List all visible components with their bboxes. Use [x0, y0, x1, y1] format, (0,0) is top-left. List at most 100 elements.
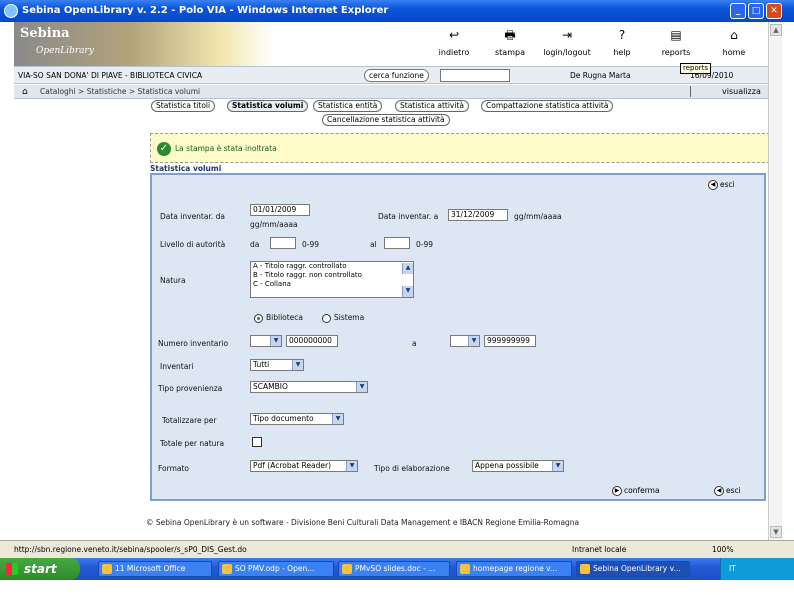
chevron-down-icon: ▼: [270, 336, 281, 346]
scroll-down-arrow-icon[interactable]: ▼: [770, 526, 782, 538]
internet-explorer-icon: [4, 4, 18, 18]
scroll-up-arrow-icon[interactable]: ▲: [770, 24, 782, 36]
vertical-scrollbar[interactable]: ▲ ▼: [768, 22, 782, 540]
tab-statistica-titoli[interactable]: Statistica titoli: [151, 100, 216, 112]
scroll-up-icon[interactable]: ▲: [402, 263, 413, 274]
taskbar-item-sebina[interactable]: Sebina OpenLibrary v...: [576, 561, 690, 577]
visualizza-link[interactable]: visualizza: [722, 87, 761, 96]
office-icon: [102, 564, 112, 574]
tipo-provenienza-select[interactable]: SCAMBIO ▼: [250, 381, 368, 393]
home-label: home: [722, 48, 746, 57]
language-indicator[interactable]: IT: [729, 564, 736, 573]
print-label: stampa: [495, 48, 525, 57]
numero-inventario-da-input[interactable]: 000000000: [286, 335, 338, 347]
library-name: VIA-SO SAN DONA' DI PIAVE - BIBLIOTECA C…: [18, 71, 203, 80]
maximize-button[interactable]: □: [748, 3, 764, 19]
reports-tooltip: reports: [680, 63, 712, 74]
minimize-button[interactable]: _: [730, 3, 746, 19]
document-icon: [222, 564, 232, 574]
reports-icon: ▤: [670, 28, 682, 42]
totalizzare-select[interactable]: Tipo documento ▼: [250, 413, 344, 425]
success-text: La stampa è stata inoltrata: [175, 144, 277, 153]
taskbar-item-slides-doc[interactable]: PMvSO slides.doc - ...: [338, 561, 450, 577]
form-title: Statistica volumi: [150, 164, 222, 173]
inventari-select[interactable]: Tutti ▼: [250, 359, 304, 371]
internet-explorer-icon: [460, 564, 470, 574]
taskbar-item-openoffice-pmv[interactable]: SO PMV.odp - Open...: [218, 561, 334, 577]
home-button[interactable]: ⌂ home: [702, 28, 766, 57]
print-button[interactable]: 🖶 stampa: [478, 28, 542, 57]
radio-sistema[interactable]: Sistema: [322, 313, 364, 323]
esci-label-top: esci: [720, 180, 735, 189]
tab-statistica-attivita[interactable]: Statistica attività: [395, 100, 469, 112]
footer-copyright: © Sebina OpenLibrary è un software - Div…: [146, 518, 580, 527]
totalizzare-value: Tipo documento: [253, 414, 314, 423]
logo-text-sebina: Sebina: [20, 26, 70, 41]
close-button[interactable]: ✕: [766, 3, 782, 19]
chevron-down-icon: ▼: [332, 414, 343, 424]
divider: [690, 86, 691, 97]
exit-icon: ◀: [708, 180, 718, 190]
esci-button-top[interactable]: ◀ esci: [708, 180, 735, 190]
numero-inventario-label: Numero inventario: [158, 339, 229, 348]
tipo-provenienza-label: Tipo provenienza: [158, 384, 223, 393]
natura-option[interactable]: B - Titolo raggr. non controllato: [251, 271, 413, 280]
tab-statistica-volumi[interactable]: Statistica volumi: [227, 100, 309, 112]
scroll-down-icon[interactable]: ▼: [402, 286, 413, 297]
radio-button-sistema[interactable]: [322, 313, 331, 323]
cerca-funzione-button[interactable]: cerca funzione: [364, 69, 429, 82]
home-icon: ⌂: [730, 28, 738, 42]
taskbar-item-label: homepage regione v...: [473, 564, 558, 573]
taskbar-item-label: Sebina OpenLibrary v...: [593, 564, 681, 573]
tab-statistica-entita[interactable]: Statistica entità: [313, 100, 383, 112]
back-button[interactable]: ↩ indietro: [422, 28, 486, 57]
formato-label: Formato: [158, 464, 190, 473]
tipo-elaborazione-value: Appena possibile: [475, 461, 539, 470]
reports-label: reports: [661, 48, 691, 57]
reports-button[interactable]: ▤ reports: [644, 28, 708, 57]
inventari-value: Tutti: [253, 360, 270, 369]
taskbar-item-label: PMvSO slides.doc - ...: [355, 564, 436, 573]
window-title: Sebina OpenLibrary v. 2.2 - Polo VIA - W…: [22, 5, 389, 16]
tipo-elaborazione-label: Tipo di elaborazione: [374, 464, 450, 473]
numero-serie-a-select[interactable]: ▼: [450, 335, 480, 347]
taskbar-item-homepage-regione[interactable]: homepage regione v...: [456, 561, 572, 577]
livello-da-input[interactable]: [270, 237, 296, 249]
radio-button-biblioteca[interactable]: [254, 313, 263, 323]
totale-natura-checkbox[interactable]: [252, 437, 262, 447]
tipo-provenienza-value: SCAMBIO: [253, 382, 288, 391]
tab-cancellazione-statistica[interactable]: Cancellazione statistica attività: [322, 114, 450, 126]
breadcrumb[interactable]: Cataloghi > Statistiche > Statistica vol…: [40, 87, 200, 96]
status-url: http://sbn.regione.veneto.it/sebina/spoo…: [14, 545, 247, 554]
window-title-bar: Sebina OpenLibrary v. 2.2 - Polo VIA - W…: [0, 0, 794, 22]
esci-button-bottom[interactable]: ◀ esci: [714, 486, 741, 496]
tab-compattazione-statistica[interactable]: Compattazione statistica attività: [481, 100, 614, 112]
cerca-funzione-input[interactable]: [440, 69, 510, 82]
start-button[interactable]: start: [0, 558, 80, 580]
success-message: ✓ La stampa è stata inoltrata: [150, 133, 780, 163]
conferma-button[interactable]: ▶ conferma: [612, 486, 660, 496]
exit-icon: ◀: [714, 486, 724, 496]
radio-biblioteca[interactable]: Biblioteca: [254, 313, 303, 323]
tipo-elaborazione-select[interactable]: Appena possibile ▼: [472, 460, 564, 472]
natura-listbox[interactable]: A - Titolo raggr. controllato B - Titolo…: [250, 261, 414, 298]
natura-label: Natura: [160, 276, 186, 285]
numero-serie-da-select[interactable]: ▼: [250, 335, 282, 347]
data-inventario-da-input[interactable]: 01/01/2009: [250, 204, 310, 216]
range-hint-2: 0-99: [416, 240, 434, 249]
natura-option[interactable]: A - Titolo raggr. controllato: [251, 262, 413, 271]
natura-option[interactable]: C - Collana: [251, 280, 413, 289]
totalizzare-label: Totalizzare per: [162, 416, 217, 425]
windows-taskbar: start 11 Microsoft Office SO PMV.odp - O…: [0, 558, 794, 580]
breadcrumb-home-icon[interactable]: ⌂: [22, 87, 28, 97]
status-bar: http://sbn.regione.veneto.it/sebina/spoo…: [0, 540, 794, 558]
livello-al-input[interactable]: [384, 237, 410, 249]
taskbar-item-office[interactable]: 11 Microsoft Office: [98, 561, 212, 577]
data-inventario-a-input[interactable]: 31/12/2009: [448, 209, 508, 221]
conferma-label: conferma: [624, 486, 660, 495]
zoom-level[interactable]: 100%: [712, 545, 733, 554]
numero-inventario-a-input[interactable]: 999999999: [484, 335, 536, 347]
user-name: De Rugna Marta: [570, 71, 631, 80]
da-label: da: [250, 240, 260, 249]
formato-select[interactable]: Pdf (Acrobat Reader) ▼: [250, 460, 358, 472]
